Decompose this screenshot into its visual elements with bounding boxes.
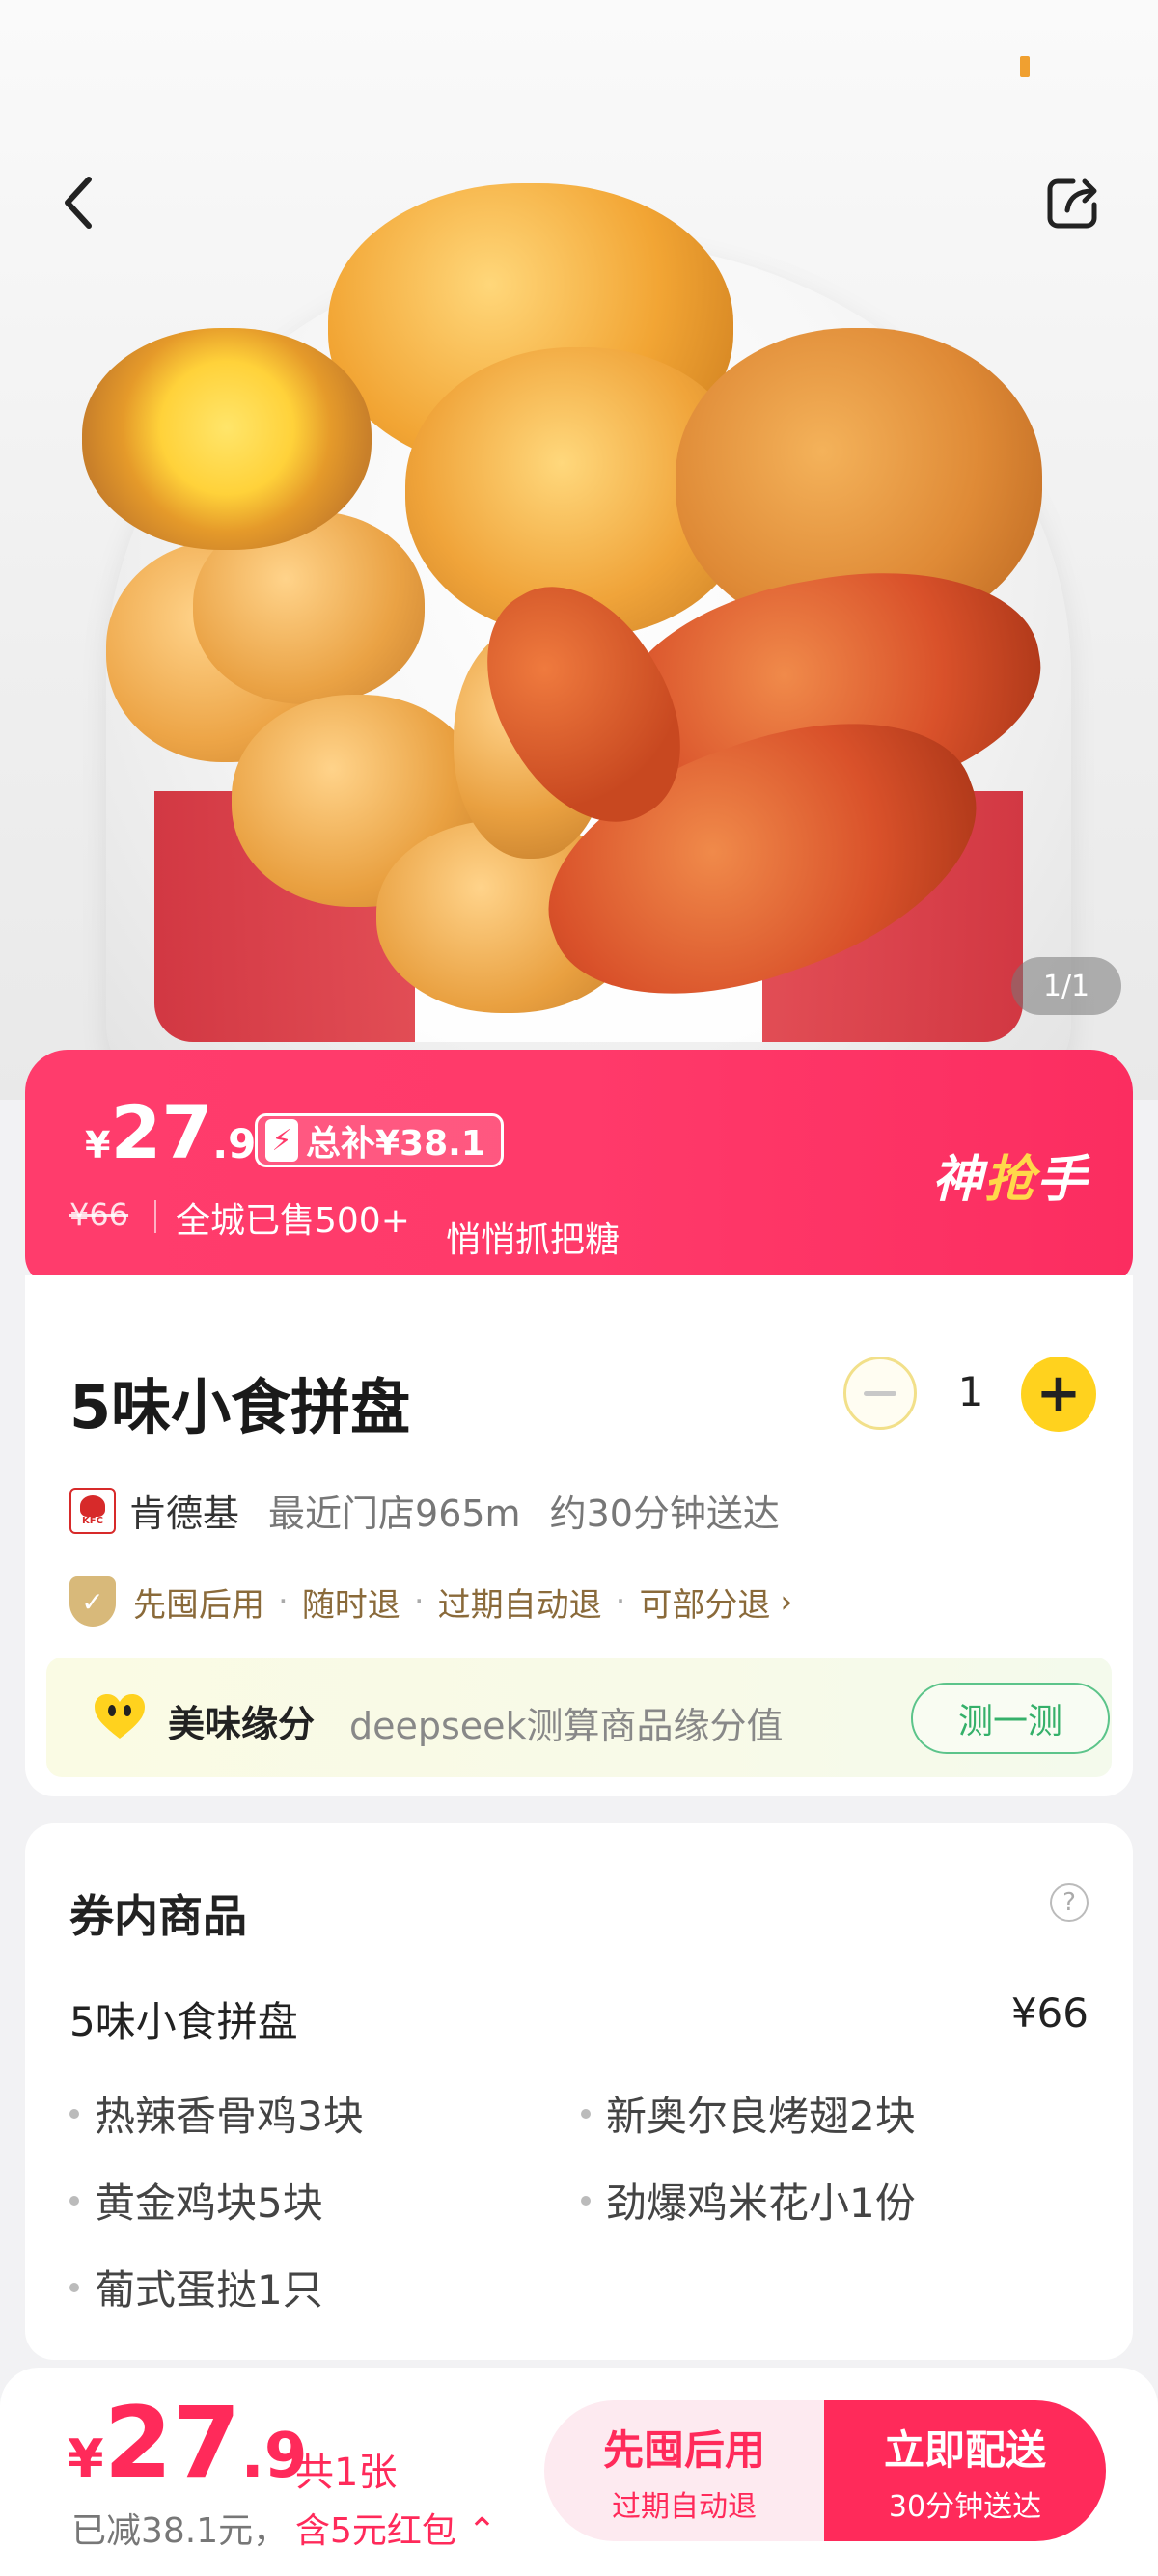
voucher-contents-card: 券内商品 ? 5味小食拼盘 ¥66 热辣香骨鸡3块 新奥尔良烤翅2块 黄金鸡块5…	[25, 1823, 1133, 2360]
quantity-value: 1	[957, 1368, 984, 1415]
fate-section: 美味缘分 deepseek测算商品缘分值 测一测	[46, 1658, 1112, 1777]
share-icon	[1047, 178, 1097, 229]
quantity-decrease-button[interactable]	[843, 1357, 917, 1430]
status-indicator	[1020, 56, 1030, 77]
store-name: 肯德基	[129, 1493, 240, 1535]
quantity-increase-button[interactable]: +	[1021, 1357, 1096, 1432]
subsidy-text: 总补¥38.1	[306, 1124, 485, 1164]
price-integer: 27	[103, 2386, 241, 2501]
chevron-right-icon: ›	[780, 1583, 793, 1620]
back-button[interactable]	[48, 172, 110, 233]
sold-count: 全城已售500+	[176, 1201, 410, 1241]
saved-amount: 已减38.1元，	[71, 2511, 289, 2551]
promo-hint: 悄悄抓把糖	[446, 1220, 620, 1260]
policy-item: 随时退	[301, 1585, 400, 1625]
button-label: 先囤后用	[602, 2425, 765, 2474]
product-info-card: 5味小食拼盘 1 + KFC 肯德基 最近门店965m 约30分钟送达 ✓ 先囤…	[25, 1275, 1133, 1796]
shield-check-icon: ✓	[69, 1576, 116, 1627]
policy-item: 先囤后用	[133, 1585, 264, 1625]
fate-description: deepseek测算商品缘分值	[349, 1705, 784, 1747]
red-packet-toggle[interactable]: 含5元红包 ⌃	[295, 2503, 497, 2553]
share-button[interactable]	[1042, 172, 1104, 233]
shenqiangshou-logo: 神抢手	[932, 1151, 1089, 1209]
fate-test-button[interactable]: 测一测	[911, 1683, 1110, 1754]
voucher-item-name: 5味小食拼盘	[69, 1998, 298, 2045]
chevron-left-icon	[65, 177, 92, 229]
policy-row[interactable]: ✓ 先囤后用 · 随时退 · 过期自动退 · 可部分退 ›	[69, 1576, 792, 1627]
deal-price: ¥ 27 .9	[85, 1096, 256, 1169]
heart-face-icon	[95, 1694, 145, 1739]
subsidy-badge: ⚡ 总补¥38.1	[255, 1113, 504, 1167]
voucher-sub-item: 黄金鸡块5块	[69, 2171, 323, 2230]
store-info[interactable]: KFC 肯德基 最近门店965m 约30分钟送达	[69, 1484, 780, 1537]
kfc-logo-icon: KFC	[69, 1487, 116, 1534]
image-pager: 1/1	[1011, 957, 1121, 1015]
price-integer: 27	[110, 1089, 213, 1175]
plus-icon: +	[1035, 1362, 1082, 1425]
button-label: 立即配送	[883, 2425, 1046, 2474]
delivery-time: 约30分钟送达	[549, 1493, 780, 1535]
total-price: ¥ 27 .9	[68, 2395, 307, 2493]
product-image[interactable]: 1/1	[0, 0, 1158, 1100]
policy-item: 过期自动退	[437, 1585, 602, 1625]
voucher-sub-item: 劲爆鸡米花小1份	[581, 2171, 916, 2230]
button-sublabel: 过期自动退	[612, 2489, 757, 2524]
voucher-item-price: ¥66	[1010, 1989, 1089, 2037]
button-sublabel: 30分钟送达	[888, 2489, 1042, 2524]
fate-title: 美味缘分	[168, 1703, 316, 1745]
policy-item: 可部分退	[639, 1585, 771, 1625]
price-banner: ¥ 27 .9 ⚡ 总补¥38.1 ¥66 全城已售500+ 悄悄抓把糖 神抢手	[25, 1050, 1133, 1285]
product-detail-page: 1/1 ¥ 27 .9 ⚡ 总补¥38.1 ¥66 全城已售500+ 悄悄抓把糖…	[0, 0, 1158, 2576]
egg-tart	[82, 328, 372, 550]
voucher-sub-item: 葡式蛋挞1只	[69, 2258, 323, 2316]
divider	[154, 1200, 156, 1233]
help-icon[interactable]: ?	[1050, 1883, 1089, 1922]
currency-symbol: ¥	[68, 2428, 104, 2489]
voucher-sub-item: 新奥尔良烤翅2块	[581, 2084, 916, 2143]
voucher-sub-item: 热辣香骨鸡3块	[69, 2084, 364, 2143]
bottom-purchase-bar: ¥ 27 .9 共1张 已减38.1元， 含5元红包 ⌃ 先囤后用 过期自动退 …	[0, 2368, 1158, 2576]
price-decimal: .9	[212, 1120, 257, 1167]
lightning-icon: ⚡	[265, 1119, 298, 1162]
original-price: ¥66	[69, 1196, 129, 1233]
buy-now-use-later-button[interactable]: 先囤后用 过期自动退	[544, 2400, 824, 2541]
deliver-now-button[interactable]: 立即配送 30分钟送达	[824, 2400, 1106, 2541]
product-title: 5味小食拼盘	[69, 1372, 411, 1442]
voucher-count: 共1张	[295, 2451, 398, 2495]
store-distance: 最近门店965m	[268, 1493, 521, 1535]
currency-symbol: ¥	[85, 1124, 111, 1166]
voucher-title: 券内商品	[69, 1890, 247, 1942]
